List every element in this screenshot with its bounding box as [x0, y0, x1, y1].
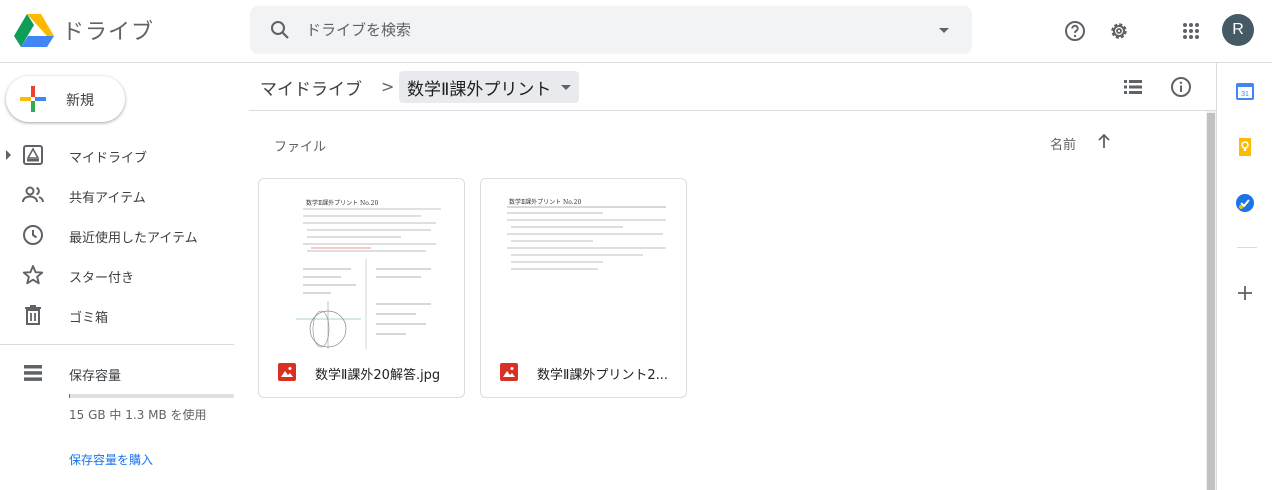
apps-grid-icon [1183, 23, 1199, 39]
breadcrumb-current-folder[interactable]: 数学Ⅱ課外プリント [399, 71, 580, 103]
image-file-icon [278, 363, 296, 381]
app-name[interactable]: ドライブ [62, 14, 154, 46]
file-name: 数学Ⅱ課外20解答.jpg [315, 368, 441, 383]
image-file-icon [500, 363, 518, 381]
shared-icon [22, 186, 44, 203]
new-plus-icon [20, 86, 46, 112]
star-icon [22, 265, 44, 285]
sort-direction-arrow-icon[interactable] [1093, 130, 1115, 152]
breadcrumb-current-label: 数学Ⅱ課外プリント [407, 79, 552, 100]
folder-dropdown-icon [561, 84, 572, 90]
search-icon[interactable] [268, 18, 292, 42]
sidebar-item-recent[interactable]: 最近使用したアイテム [0, 217, 240, 253]
breadcrumb-separator-icon: > [381, 77, 395, 96]
file-thumbnail[interactable]: 数学Ⅱ課外プリント No.20 [481, 179, 686, 349]
sidebar-item-label: 最近使用したアイテム [69, 231, 198, 246]
file-thumbnail[interactable]: 数学Ⅱ課外プリント No.20 [259, 179, 464, 349]
svg-text:31: 31 [1241, 91, 1249, 98]
buy-storage-link[interactable]: 保存容量を購入 [69, 451, 153, 468]
my-drive-icon [23, 145, 43, 165]
get-addons-plus-icon[interactable] [1235, 283, 1255, 303]
storage-icon [24, 365, 42, 381]
trash-icon [25, 305, 41, 325]
main-scrollbar-thumb[interactable] [1207, 113, 1215, 490]
settings-button[interactable] [1102, 14, 1136, 48]
new-button-label: 新規 [66, 93, 94, 109]
account-avatar[interactable]: R [1222, 14, 1254, 46]
search-input[interactable] [306, 6, 906, 54]
sidebar-item-label: 保存容量 [69, 369, 122, 384]
file-card[interactable]: 数学Ⅱ課外プリント No.20 数学Ⅱ課外プリント2... [480, 178, 687, 398]
thumb-title: 数学Ⅱ課外プリント No.20 [306, 199, 378, 207]
search-options-dropdown-icon[interactable] [932, 18, 956, 42]
file-name: 数学Ⅱ課外プリント2... [537, 368, 669, 383]
side-panel: 31 [1216, 63, 1272, 490]
calendar-icon[interactable]: 31 [1235, 81, 1255, 101]
thumb-title: 数学Ⅱ課外プリント No.20 [509, 198, 581, 206]
sort-by-name-button[interactable]: 名前 [1050, 134, 1076, 153]
info-icon[interactable] [1169, 75, 1193, 99]
help-icon [1065, 21, 1085, 41]
sidebar-item-storage[interactable]: 保存容量 [0, 355, 240, 391]
file-card[interactable]: 数学Ⅱ課外プリント No.20 数学Ⅱ課外20解答.jpg [258, 178, 465, 398]
sidebar-item-label: マイドライブ [69, 151, 148, 166]
top-header: ドライブ R [0, 0, 1272, 63]
expand-arrow-icon[interactable] [6, 150, 11, 160]
storage-usage-text: 15 GB 中 1.3 MB を使用 [69, 408, 207, 422]
files-section-label: ファイル [274, 140, 327, 155]
new-button[interactable]: 新規 [6, 76, 125, 122]
apps-button[interactable] [1174, 14, 1208, 48]
gear-icon [1111, 23, 1127, 39]
worksheet-preview: 数学Ⅱ課外プリント No.20 [503, 189, 666, 349]
sidebar-item-label: スター付き [69, 271, 135, 286]
search-bar[interactable] [250, 6, 972, 54]
keep-icon[interactable] [1235, 137, 1255, 157]
main-toolbar: マイドライブ > 数学Ⅱ課外プリント [249, 63, 1216, 111]
drive-logo-icon[interactable] [14, 12, 54, 48]
sidebar-item-shared[interactable]: 共有アイテム [0, 177, 240, 213]
sidebar-divider [0, 344, 234, 345]
sidebar-item-label: 共有アイテム [69, 191, 146, 206]
tasks-icon[interactable] [1235, 193, 1255, 213]
list-view-icon[interactable] [1121, 75, 1145, 99]
storage-usage-bar [69, 394, 234, 398]
help-button[interactable] [1058, 14, 1092, 48]
sidebar-item-trash[interactable]: ゴミ箱 [0, 297, 240, 333]
answer-sheet-preview: 数学Ⅱ課外プリント No.20 [281, 189, 444, 349]
breadcrumb-my-drive[interactable]: マイドライブ [260, 75, 362, 100]
storage-usage-fill [69, 394, 70, 398]
sidebar-item-label: ゴミ箱 [69, 311, 109, 326]
side-panel-divider [1237, 247, 1257, 248]
recent-clock-icon [23, 225, 43, 245]
sidebar-item-starred[interactable]: スター付き [0, 257, 240, 293]
sidebar-item-my-drive[interactable]: マイドライブ [0, 137, 240, 173]
